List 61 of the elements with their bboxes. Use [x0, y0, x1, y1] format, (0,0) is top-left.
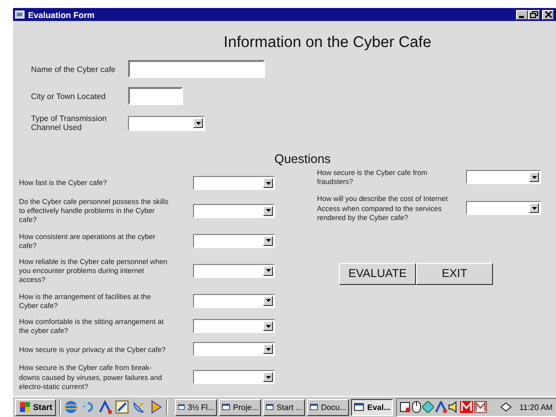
- dropdown-field[interactable]: [193, 319, 275, 334]
- dropdown-field[interactable]: [466, 201, 541, 216]
- field-label: City or Town Located: [31, 92, 107, 100]
- speaker-icon[interactable]: [448, 401, 460, 413]
- caret-icon: [266, 269, 270, 272]
- dropdown-field[interactable]: [128, 116, 205, 130]
- windows-logo-icon: [19, 402, 31, 412]
- restore-icon: [530, 11, 538, 18]
- field-label: Type of Transmission Channel Used: [31, 114, 108, 132]
- mail-icon[interactable]: [474, 401, 488, 413]
- caret-icon: [266, 324, 270, 328]
- caret-icon: [266, 209, 270, 212]
- minimize-button[interactable]: [516, 10, 528, 20]
- connection-icon[interactable]: [98, 400, 112, 414]
- window-title: Evaluation Form: [28, 10, 96, 20]
- text-field[interactable]: [128, 60, 265, 78]
- section-title: Questions: [273, 152, 332, 166]
- close-icon: [544, 11, 552, 18]
- maximize-button[interactable]: [528, 10, 540, 20]
- caret-icon: [196, 122, 200, 124]
- dropdown-field[interactable]: [466, 170, 541, 184]
- caret-icon: [532, 206, 536, 210]
- window-icon: [178, 402, 186, 412]
- field-label: Name of the Cyber cafe: [31, 64, 116, 74]
- connection-icon[interactable]: [435, 401, 448, 413]
- window-icon: [266, 402, 275, 412]
- taskbar-button[interactable]: Proje...: [219, 398, 262, 416]
- caret-icon: [266, 348, 270, 351]
- satellite-icon[interactable]: [132, 400, 146, 414]
- dropdown-field[interactable]: [193, 264, 275, 278]
- taskbar-button[interactable]: Docu...: [307, 398, 350, 416]
- dropdown-field[interactable]: [193, 176, 275, 190]
- dropdown-field[interactable]: [193, 342, 275, 356]
- clock: 11:20 AM: [519, 402, 553, 412]
- close-button[interactable]: [542, 10, 554, 20]
- caret-icon: [532, 176, 536, 179]
- window-icon: [354, 402, 366, 412]
- window-icon: [15, 10, 25, 19]
- action-button[interactable]: EVALUATE: [339, 263, 416, 286]
- pencil-icon[interactable]: [115, 400, 130, 414]
- text-field[interactable]: [128, 87, 183, 105]
- action-button[interactable]: EXIT: [416, 263, 493, 286]
- taskbar-button[interactable]: 3½ Fl...: [175, 398, 218, 416]
- caret-icon: [266, 376, 270, 379]
- caret-icon: [266, 182, 270, 184]
- window-icon: [222, 402, 232, 412]
- taskbar-button[interactable]: Eval...: [351, 398, 394, 416]
- dropdown-field[interactable]: [193, 204, 275, 218]
- window-icon: [310, 402, 320, 412]
- form-heading: Information on the Cyber Cafe: [222, 34, 432, 52]
- dropdown-field[interactable]: [193, 370, 275, 384]
- mail-icon[interactable]: [460, 401, 474, 413]
- caret-icon: [266, 239, 270, 242]
- play-icon[interactable]: [149, 400, 164, 414]
- taskbar-button[interactable]: Start ...: [263, 398, 306, 416]
- caret-icon: [266, 299, 270, 302]
- dropdown-field[interactable]: [193, 294, 275, 308]
- globe-icon[interactable]: [64, 400, 78, 414]
- start-button[interactable]: Start: [15, 398, 56, 416]
- dropdown-field[interactable]: [193, 234, 275, 248]
- mouse-icon[interactable]: [412, 401, 422, 413]
